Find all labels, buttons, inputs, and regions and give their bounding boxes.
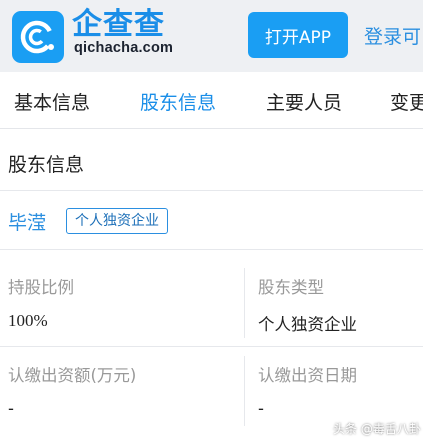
brand-url: qichacha.com [74, 40, 174, 56]
brand-name: 企查查 [72, 7, 165, 42]
tab-key-personnel[interactable]: 主要人员 [266, 88, 342, 115]
subscribed-amount-label: 认缴出资额(万元) [8, 366, 137, 385]
login-link[interactable]: 登录可 [364, 22, 421, 49]
open-app-button[interactable]: 打开APP [248, 12, 348, 58]
holder-type-label: 股东类型 [258, 278, 324, 297]
watermark: 头条 @毒舌八卦 [333, 422, 421, 436]
divider [0, 190, 423, 191]
column-divider [244, 356, 245, 426]
divider [0, 249, 423, 250]
column-divider [244, 268, 245, 338]
share-ratio-label: 持股比例 [8, 278, 74, 297]
share-ratio-value: 100% [8, 311, 48, 330]
section-title: 股东信息 [8, 154, 85, 176]
tab-basic-info[interactable]: 基本信息 [14, 88, 90, 115]
tab-shareholder-info[interactable]: 股东信息 [140, 88, 216, 115]
holder-type-value: 个人独资企业 [258, 315, 357, 334]
qichacha-logo-icon[interactable] [12, 11, 64, 63]
tab-changes[interactable]: 变更 [390, 88, 423, 115]
subscribed-date-value: - [258, 399, 264, 418]
tab-bar: 基本信息 股东信息 主要人员 变更 [0, 72, 423, 129]
subscribed-date-label: 认缴出资日期 [258, 366, 357, 385]
shareholder-name-link[interactable]: 毕滢 [8, 208, 46, 235]
shareholder-type-badge: 个人独资企业 [66, 208, 168, 234]
divider [0, 346, 423, 347]
top-app-bar: 企查查 qichacha.com 打开APP 登录可 [0, 0, 423, 72]
subscribed-amount-value: - [8, 399, 14, 418]
